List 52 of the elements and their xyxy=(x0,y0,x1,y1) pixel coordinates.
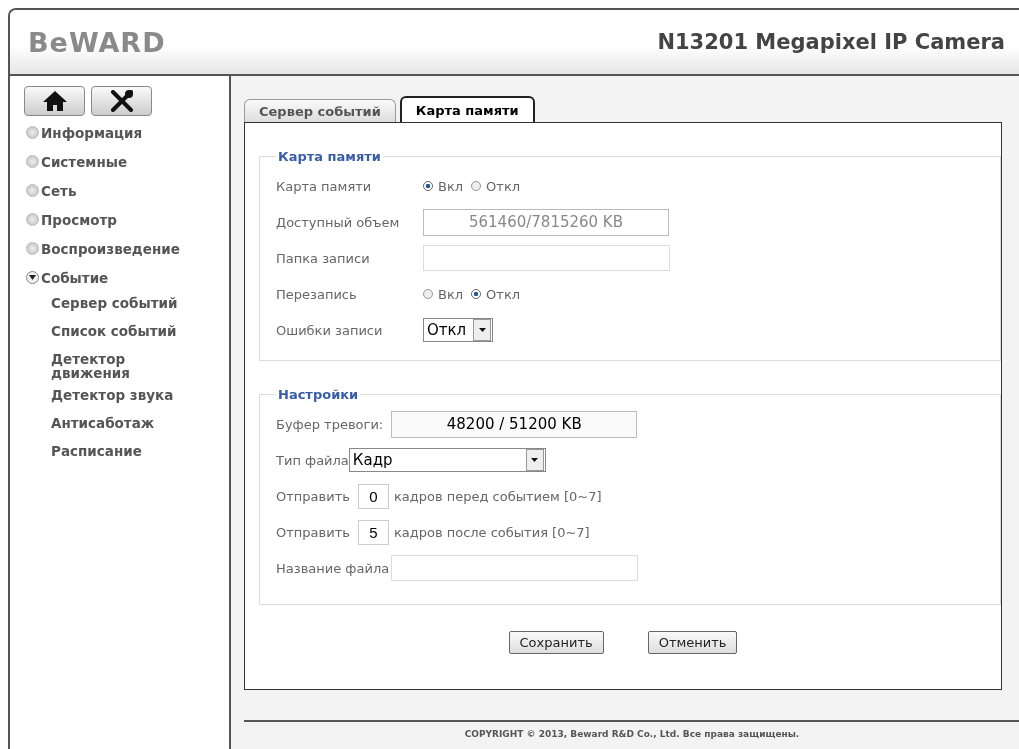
settings-button[interactable] xyxy=(91,86,152,116)
submenu-item[interactable]: Детектор звука xyxy=(51,384,201,412)
readonly-field: 561460/7815260 KB xyxy=(423,208,669,236)
field-label: Доступный объем xyxy=(276,214,401,230)
field-label: Тип файла xyxy=(276,452,349,468)
field-label: Отправить xyxy=(276,524,350,540)
home-button[interactable] xyxy=(24,86,85,116)
field-label: Ошибки записи xyxy=(276,322,384,338)
submenu-item[interactable]: Антисаботаж xyxy=(51,412,201,440)
form-button[interactable]: Отменить xyxy=(647,631,738,654)
group-title: Карта памяти xyxy=(277,149,382,164)
submenu-item[interactable]: Сервер событий xyxy=(51,292,201,320)
menu-item[interactable]: Воспроизведение xyxy=(26,234,229,263)
dropdown[interactable]: Откл xyxy=(423,318,493,342)
menu-item[interactable]: Сеть xyxy=(26,176,229,205)
menu-item[interactable]: Информация xyxy=(26,118,229,147)
radio-option[interactable]: Вкл xyxy=(423,286,464,302)
logo: BeWARD xyxy=(28,26,166,58)
group-title: Настройки xyxy=(277,387,360,402)
radio-option[interactable]: Откл xyxy=(471,178,521,194)
submenu-item[interactable]: Детектор движения xyxy=(51,348,201,384)
menu-item[interactable]: Системные xyxy=(26,147,229,176)
home-icon xyxy=(41,90,68,112)
menu-item[interactable]: Просмотр xyxy=(26,205,229,234)
copyright-text: COPYRIGHT © 2013, Beward R&D Co., Ltd. Все права защищены. xyxy=(464,729,800,739)
readonly-field: 48200 / 51200 KB xyxy=(391,410,638,438)
text-field[interactable] xyxy=(391,555,639,581)
field-hint: кадров перед событием [0~7] xyxy=(393,488,602,504)
wrench-screwdriver-icon xyxy=(108,90,135,112)
tab[interactable]: Карта памяти xyxy=(399,96,535,122)
submenu-item[interactable]: Список событий xyxy=(51,320,201,348)
field-label: Карта памяти xyxy=(276,178,373,194)
tab[interactable]: Сервер событий xyxy=(244,99,396,122)
form-button[interactable]: Сохранить xyxy=(508,631,604,654)
radio-option[interactable]: Вкл xyxy=(423,178,464,194)
menu-item[interactable]: Событие xyxy=(26,263,229,292)
field-label: Отправить xyxy=(276,488,350,504)
caret-down-icon xyxy=(531,458,539,462)
caret-down-icon xyxy=(478,328,486,332)
field-label: Папка записи xyxy=(276,250,371,266)
field-label: Перезапись xyxy=(276,286,358,302)
number-field[interactable]: 0 xyxy=(357,483,389,509)
caret-down-icon xyxy=(29,275,36,280)
submenu-item[interactable]: Расписание xyxy=(51,440,201,468)
text-field[interactable] xyxy=(423,245,670,271)
radio-option[interactable]: Откл xyxy=(471,286,521,302)
field-label: Буфер тревоги: xyxy=(276,416,384,432)
field-label: Название файла xyxy=(276,560,390,576)
field-hint: кадров после события [0~7] xyxy=(393,524,590,540)
number-field[interactable]: 5 xyxy=(357,519,389,545)
dropdown[interactable]: Кадр xyxy=(348,448,546,472)
page-title: N13201 Megapixel IP Camera xyxy=(657,30,1005,54)
